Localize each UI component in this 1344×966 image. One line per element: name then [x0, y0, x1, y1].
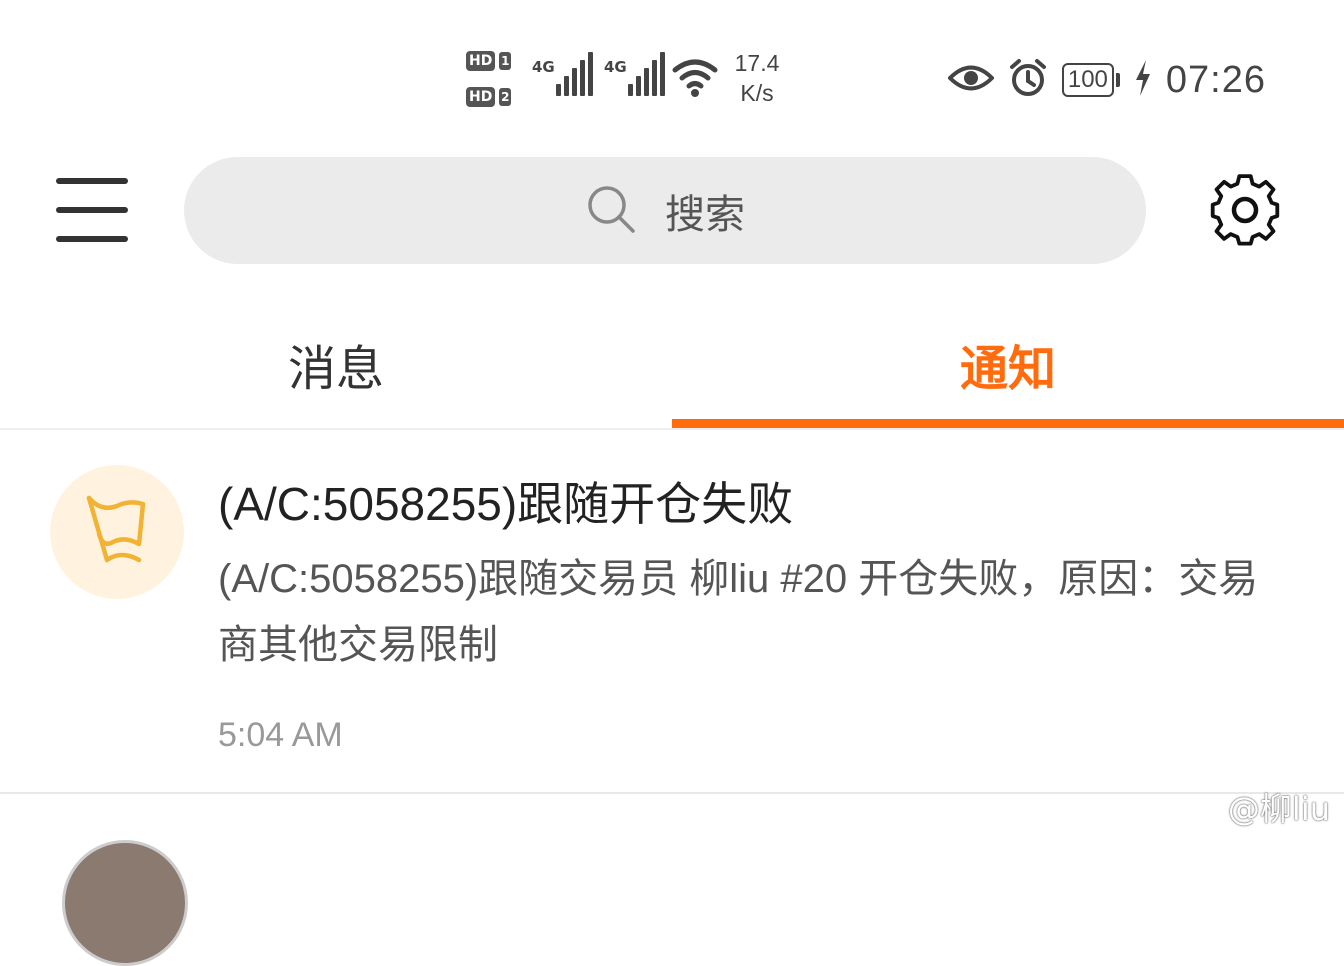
hd-badge-2: HD	[466, 87, 496, 107]
search-icon	[585, 183, 637, 239]
clock: 07:26	[1165, 58, 1266, 101]
speed-value: 17.4	[734, 50, 780, 76]
notification-time: 5:04 AM	[218, 716, 343, 754]
search-bar[interactable]: 搜索	[184, 157, 1146, 264]
sim-number-1: 1	[499, 52, 512, 70]
gear-icon	[1208, 174, 1282, 250]
notification-item[interactable]: (A/C:5058255)跟随开仓失败 (A/C:5058255)跟随交易员 柳…	[0, 430, 1344, 792]
battery-icon: 100	[1061, 63, 1120, 97]
network-type-2: 4G	[604, 58, 627, 76]
next-item-avatar[interactable]	[62, 840, 188, 966]
notification-body: (A/C:5058255)跟随交易员 柳liu #20 开仓失败，原因：交易商其…	[218, 557, 1259, 667]
signal-icon-1: 4G	[532, 52, 594, 98]
flag-icon	[77, 490, 157, 574]
search-placeholder: 搜索	[665, 191, 745, 238]
settings-button[interactable]	[1208, 174, 1282, 246]
menu-button[interactable]	[56, 176, 128, 244]
notification-title: (A/C:5058255)跟随开仓失败	[218, 478, 794, 530]
speed-unit: K/s	[740, 80, 774, 106]
charging-icon	[1134, 60, 1152, 100]
sim-number-2: 2	[499, 88, 512, 106]
notification-avatar	[50, 465, 184, 599]
status-right: 100 07:26	[947, 56, 1266, 104]
network-speed: 17.4 K/s	[726, 48, 788, 108]
wifi-icon	[672, 56, 718, 98]
signal-icon-2: 4G	[604, 52, 666, 98]
tab-messages[interactable]: 消息	[0, 318, 672, 410]
network-type-1: 4G	[532, 58, 555, 76]
active-tab-indicator	[672, 419, 1344, 428]
sim-indicators: HD 1 HD 2	[466, 48, 524, 112]
menu-icon	[56, 178, 128, 184]
battery-level: 100	[1061, 63, 1114, 97]
tab-notifications[interactable]: 通知	[672, 318, 1344, 410]
eye-icon	[947, 63, 995, 97]
watermark: @柳liu	[1227, 790, 1330, 828]
status-bar: HD 1 HD 2 4G 4G 17.4 K/s 100 07:26	[0, 0, 1344, 140]
item-divider	[0, 792, 1344, 794]
hd-badge-1: HD	[466, 51, 496, 71]
alarm-icon	[1008, 58, 1048, 102]
